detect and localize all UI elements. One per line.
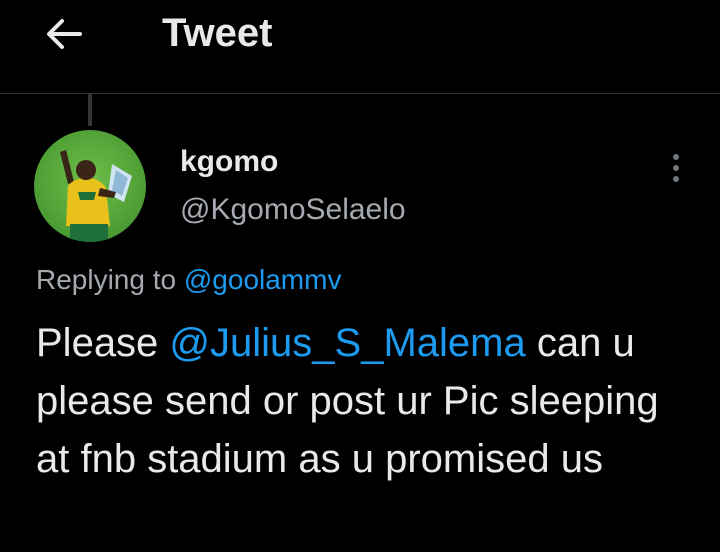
author-handle[interactable]: @KgomoSelaelo bbox=[180, 192, 406, 228]
replying-to-handle-link[interactable]: @goolammv bbox=[184, 264, 342, 295]
more-vertical-icon-dot bbox=[673, 176, 679, 182]
more-vertical-icon bbox=[673, 154, 679, 160]
tweet-text-before: Please bbox=[36, 321, 170, 365]
avatar[interactable] bbox=[34, 130, 146, 242]
author-display-name[interactable]: kgomo bbox=[180, 144, 278, 180]
replying-to-label: Replying to bbox=[36, 264, 177, 295]
top-bar: Tweet bbox=[0, 0, 720, 94]
replying-to-line: Replying to @goolammv bbox=[36, 262, 341, 298]
arrow-left-icon bbox=[47, 19, 82, 49]
thread-connector-line bbox=[88, 94, 92, 126]
tweet-body: Please @Julius_S_Malema can u please sen… bbox=[36, 314, 696, 488]
profile-photo bbox=[34, 130, 146, 242]
back-button[interactable] bbox=[40, 12, 88, 56]
more-vertical-icon-dot bbox=[673, 165, 679, 171]
page-title: Tweet bbox=[162, 11, 273, 55]
mention-link[interactable]: @Julius_S_Malema bbox=[169, 321, 525, 365]
more-options-button[interactable] bbox=[658, 146, 694, 190]
